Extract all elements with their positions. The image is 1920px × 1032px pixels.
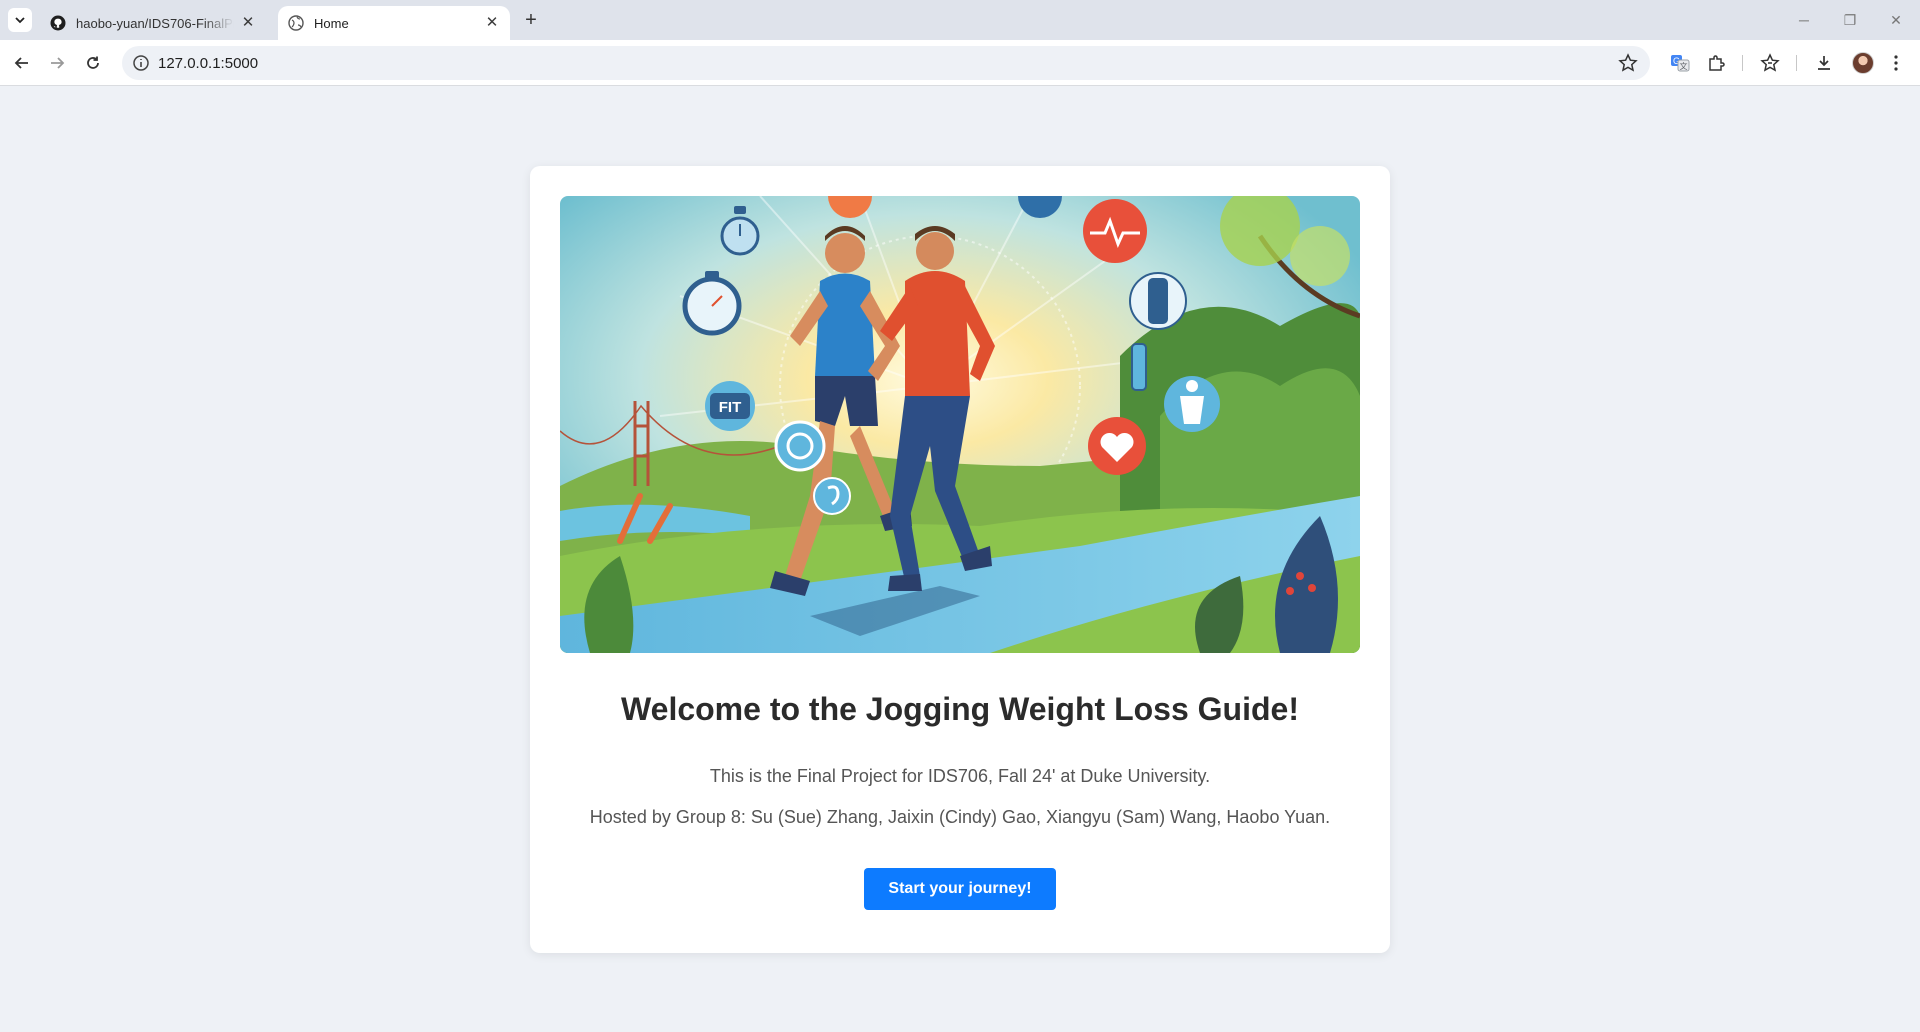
chevron-down-icon — [15, 17, 25, 24]
toolbar-separator — [1742, 55, 1743, 71]
menu-kebab-icon[interactable] — [1886, 53, 1906, 73]
project-description: This is the Final Project for IDS706, Fa… — [709, 766, 1211, 786]
minimize-icon[interactable]: ─ — [1794, 10, 1814, 30]
heartbeat-icon — [1083, 199, 1147, 263]
close-window-icon[interactable]: ✕ — [1886, 10, 1906, 30]
fit-badge-icon: FIT — [705, 381, 755, 431]
tab-home[interactable]: Home ✕ — [278, 6, 510, 40]
group-members: Hosted by Group 8: Su (Sue) Zhang, Jaixi… — [589, 807, 1331, 827]
body-icon — [1164, 376, 1220, 432]
tab-title: haobo-yuan/IDS706-FinalProject — [76, 15, 234, 31]
back-button[interactable] — [10, 51, 34, 75]
tab-strip: haobo-yuan/IDS706-FinalProject ✕ Home ✕ … — [0, 0, 1920, 40]
restore-icon[interactable]: ❐ — [1840, 10, 1860, 30]
github-icon — [50, 15, 66, 31]
page-viewport: FIT Welcome to the Jogging Weight Loss G… — [0, 87, 1920, 1032]
globe-icon — [288, 15, 304, 31]
tab-title: Home — [314, 15, 349, 31]
url-text[interactable]: 127.0.0.1:5000 — [158, 55, 258, 72]
jogging-illustration: FIT — [560, 196, 1360, 653]
ear-icon — [813, 477, 851, 515]
arrow-right-icon — [51, 57, 65, 69]
translate-icon[interactable]: G文 — [1670, 53, 1690, 73]
toolbar-separator — [1796, 55, 1797, 71]
water-bottle-icon — [1129, 272, 1187, 330]
reload-button[interactable] — [81, 51, 105, 75]
forward-button[interactable] — [45, 51, 69, 75]
hero-illustration: FIT — [560, 196, 1360, 653]
close-icon[interactable]: ✕ — [240, 15, 256, 31]
reload-icon — [87, 56, 99, 69]
svg-text:文: 文 — [1680, 61, 1688, 71]
arrow-left-icon — [14, 57, 28, 69]
welcome-card: FIT Welcome to the Jogging Weight Loss G… — [530, 166, 1390, 953]
new-tab-button[interactable]: + — [520, 9, 542, 31]
tab-github[interactable]: haobo-yuan/IDS706-FinalProject ✕ — [40, 6, 266, 40]
gear-icon — [774, 420, 826, 472]
extensions-icon[interactable] — [1706, 53, 1726, 73]
scale-icon — [1131, 343, 1147, 391]
browser-toolbar: 127.0.0.1:5000 G文 — [0, 40, 1920, 86]
bookmarks-icon[interactable] — [1760, 53, 1780, 73]
start-journey-button[interactable]: Start your journey! — [864, 868, 1056, 910]
profile-avatar[interactable] — [1852, 52, 1874, 74]
address-bar[interactable]: 127.0.0.1:5000 — [122, 46, 1650, 80]
download-icon[interactable] — [1814, 53, 1834, 73]
tab-search-button[interactable] — [8, 8, 32, 32]
heart-icon — [1088, 417, 1146, 475]
bookmark-star-icon[interactable] — [1618, 53, 1638, 73]
svg-text:FIT: FIT — [719, 399, 742, 416]
page-title: Welcome to the Jogging Weight Loss Guide… — [621, 691, 1299, 727]
site-info-icon[interactable] — [132, 54, 150, 72]
close-icon[interactable]: ✕ — [484, 15, 500, 31]
